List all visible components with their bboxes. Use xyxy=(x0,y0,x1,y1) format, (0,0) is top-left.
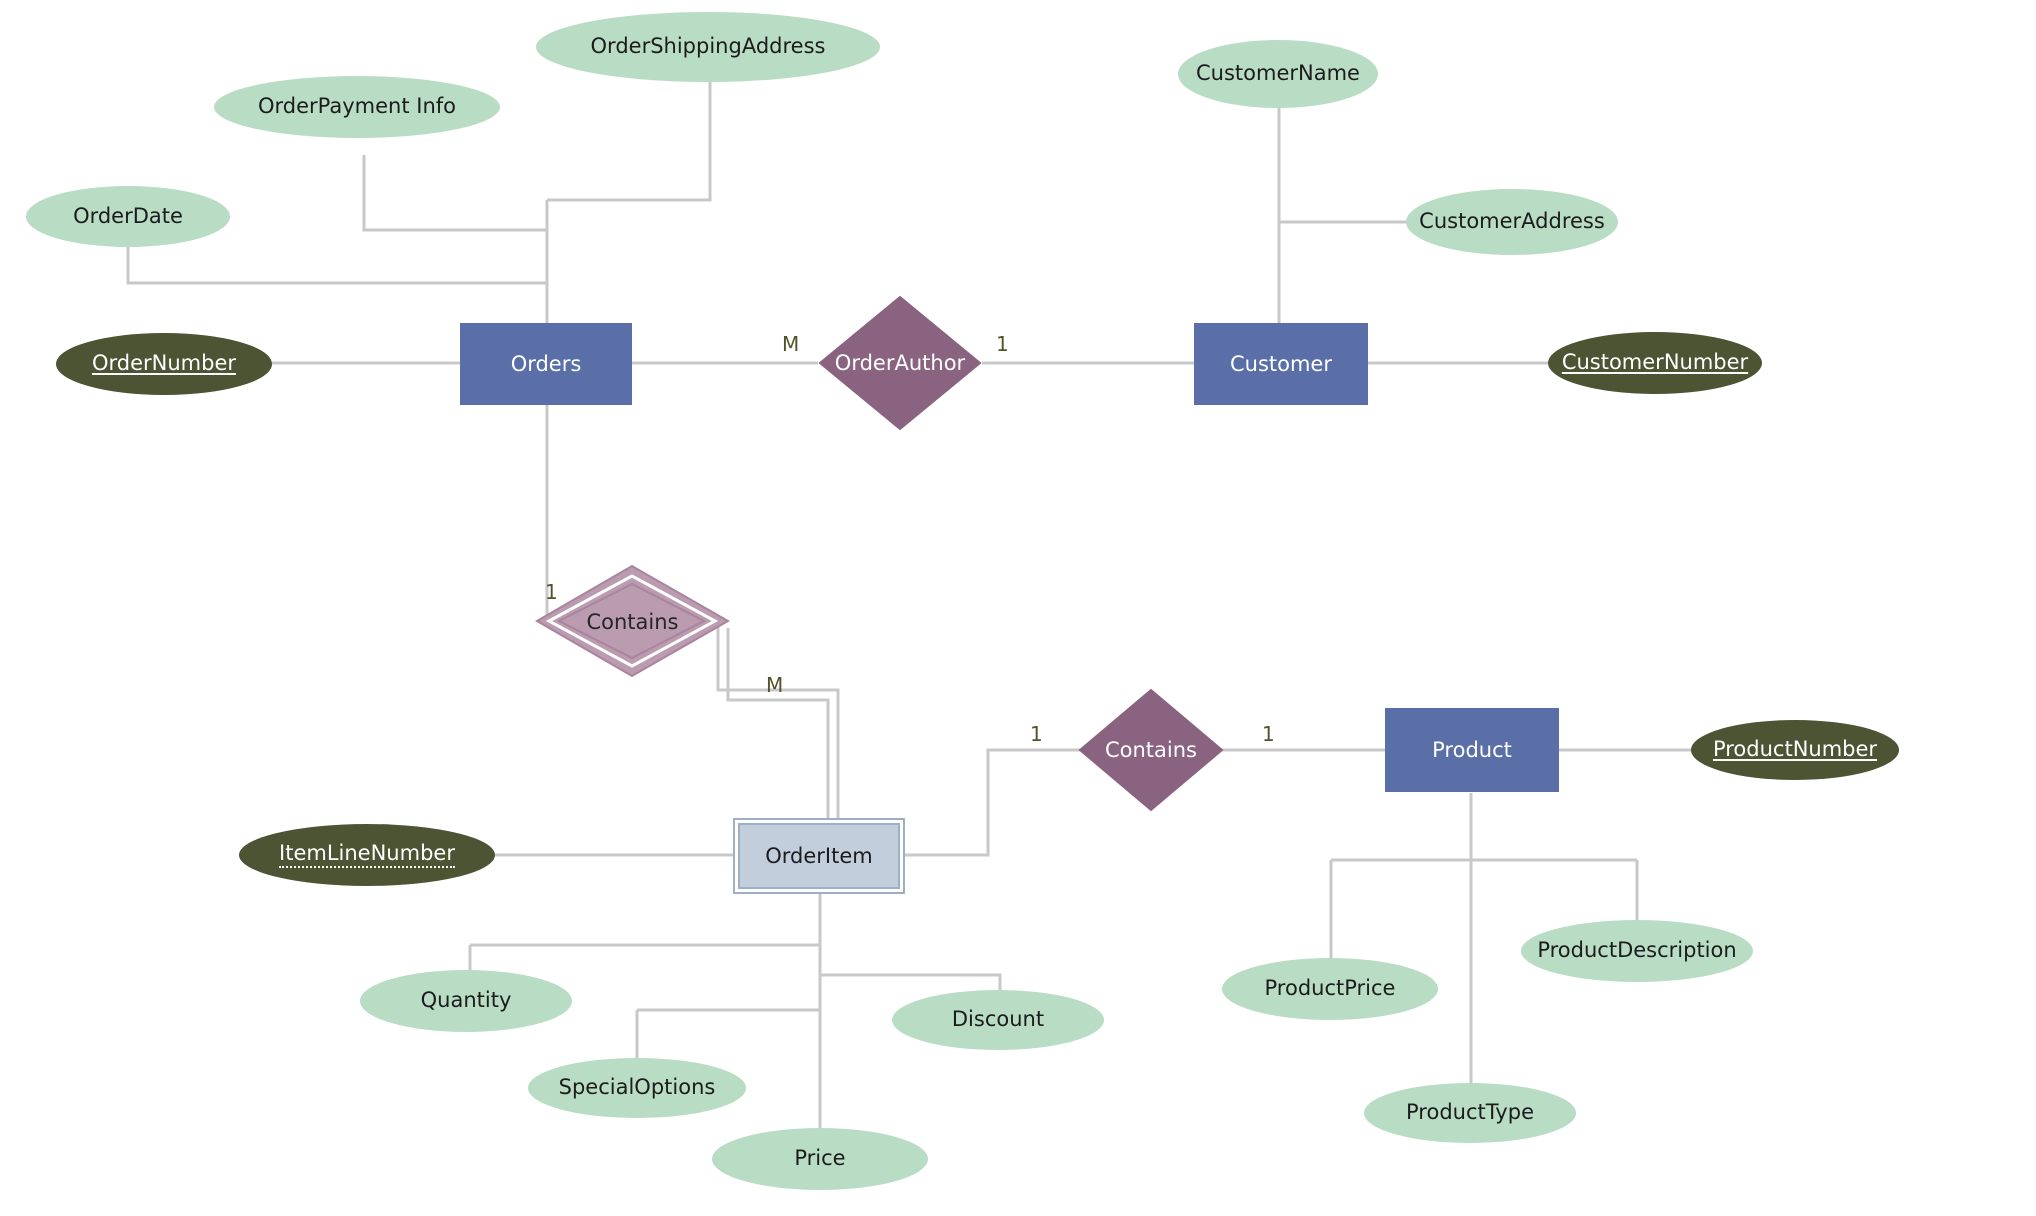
key-attribute-productnumber[interactable]: ProductNumber xyxy=(1691,720,1899,780)
cardinality-orderauthor-customer: 1 xyxy=(996,332,1009,356)
attribute-orderpayment-info[interactable]: OrderPayment Info xyxy=(214,76,500,138)
cardinality-orders-contains: 1 xyxy=(545,580,558,604)
relationship-label: Contains xyxy=(1104,738,1197,762)
key-attribute-label: ItemLineNumber xyxy=(279,841,455,869)
attribute-label: Price xyxy=(794,1146,846,1171)
attribute-customername[interactable]: CustomerName xyxy=(1178,40,1378,108)
attribute-label: ProductDescription xyxy=(1537,938,1737,963)
attribute-label: OrderDate xyxy=(73,203,183,228)
attribute-productdescription[interactable]: ProductDescription xyxy=(1521,920,1753,982)
attribute-discount[interactable]: Discount xyxy=(892,990,1104,1050)
key-attribute-label: OrderNumber xyxy=(91,351,237,376)
key-attribute-label: CustomerNumber xyxy=(1561,350,1749,375)
attribute-label: ProductPrice xyxy=(1264,976,1396,1001)
relationship-orderauthor[interactable]: OrderAuthor xyxy=(818,295,982,431)
attribute-label: OrderShippingAddress xyxy=(590,34,826,59)
key-attribute-itemlinenumber[interactable]: ItemLineNumber xyxy=(239,824,495,886)
entity-customer[interactable]: Customer xyxy=(1194,323,1368,405)
relationship-label: Contains xyxy=(586,609,679,634)
attribute-label: OrderPayment Info xyxy=(257,94,457,119)
attribute-label: Discount xyxy=(951,1007,1045,1032)
relationship-contains-order[interactable]: Contains xyxy=(535,564,731,679)
attribute-specialoptions[interactable]: SpecialOptions xyxy=(528,1058,746,1118)
attribute-quantity[interactable]: Quantity xyxy=(360,970,572,1032)
entity-label: OrderItem xyxy=(765,844,873,868)
relationship-contains-product[interactable]: Contains xyxy=(1078,688,1224,812)
entity-label: Customer xyxy=(1229,352,1332,376)
entity-label: Product xyxy=(1432,738,1512,762)
cardinality-orders-orderauthor: M xyxy=(782,332,800,356)
attribute-label: CustomerAddress xyxy=(1419,209,1605,234)
attribute-producttype[interactable]: ProductType xyxy=(1364,1083,1576,1143)
attribute-price[interactable]: Price xyxy=(712,1128,928,1190)
attribute-label: CustomerName xyxy=(1196,61,1360,86)
entity-orders[interactable]: Orders xyxy=(460,323,632,405)
attribute-ordershippingaddress[interactable]: OrderShippingAddress xyxy=(536,12,880,82)
attribute-productprice[interactable]: ProductPrice xyxy=(1222,958,1438,1020)
relationship-label: OrderAuthor xyxy=(834,351,966,375)
entity-label: Orders xyxy=(510,352,582,376)
key-attribute-customernumber[interactable]: CustomerNumber xyxy=(1548,332,1762,394)
entity-orderitem[interactable]: OrderItem xyxy=(733,818,905,894)
attribute-label: SpecialOptions xyxy=(558,1075,716,1100)
key-attribute-label: ProductNumber xyxy=(1712,737,1878,762)
key-attribute-ordernumber[interactable]: OrderNumber xyxy=(56,333,272,395)
entity-product[interactable]: Product xyxy=(1385,708,1559,792)
cardinality-orderitem-contains2: 1 xyxy=(1030,722,1043,746)
attribute-orderdate[interactable]: OrderDate xyxy=(26,186,230,247)
attribute-customeraddress[interactable]: CustomerAddress xyxy=(1406,189,1618,255)
cardinality-contains-orderitem: M xyxy=(766,673,784,697)
attribute-label: ProductType xyxy=(1406,1100,1534,1125)
attribute-label: Quantity xyxy=(420,988,512,1013)
er-diagram-canvas: OrderDate OrderPayment Info OrderShippin… xyxy=(0,0,2036,1216)
cardinality-contains2-product: 1 xyxy=(1262,722,1275,746)
